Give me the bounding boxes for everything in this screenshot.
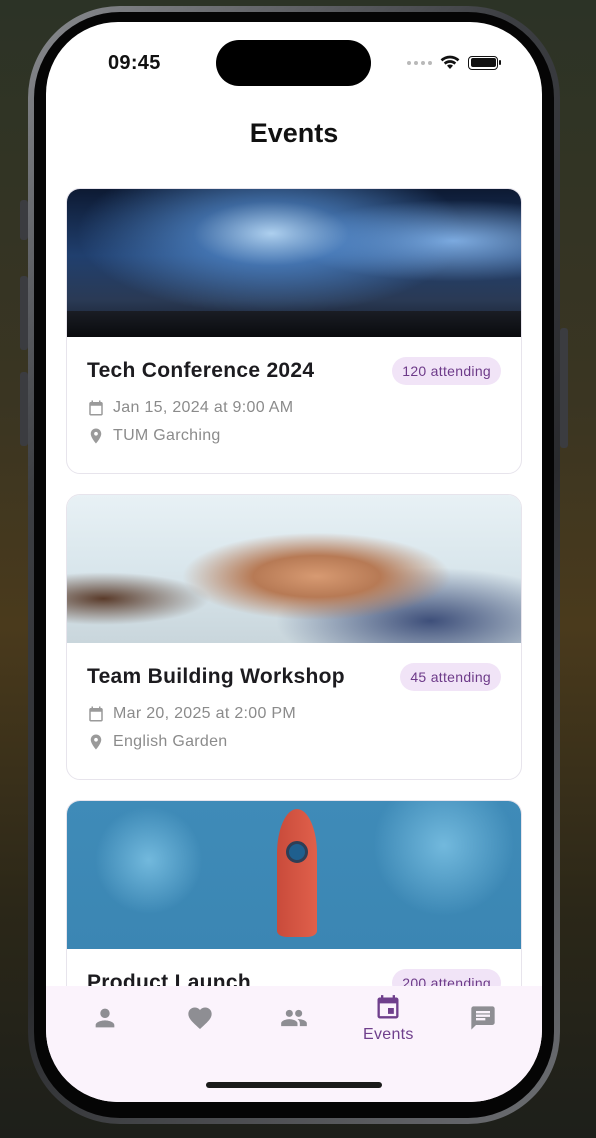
location-pin-icon [90,734,102,750]
event-date: Jan 15, 2024 at 9:00 AM [113,399,294,416]
home-indicator[interactable] [206,1082,382,1088]
event-card[interactable]: Tech Conference 2024 120 attending Jan 1… [66,188,522,474]
status-icons [407,55,501,70]
action-button [20,200,28,240]
event-image [67,189,521,337]
calendar-icon [377,995,399,1019]
nav-item-messages[interactable] [439,986,527,1102]
person-icon [95,1008,115,1028]
page-title: Events [249,118,339,148]
attending-badge: 45 attending [400,663,501,691]
screen: 09:45 Events Tech Conference 2024 120 at… [46,22,542,1102]
event-location: TUM Garching [113,427,221,444]
calendar-icon [89,400,103,416]
volume-down-button [20,372,28,446]
event-title: Tech Conference 2024 [87,359,315,382]
volume-up-button [20,276,28,350]
event-card[interactable]: Team Building Workshop 45 attending Mar … [66,494,522,780]
dynamic-island [216,40,371,86]
location-pin-icon [90,428,102,444]
wifi-icon [440,55,460,69]
events-list[interactable]: Tech Conference 2024 120 attending Jan 1… [66,188,522,1102]
people-icon [281,1009,307,1027]
nav-label-events: Events [363,1026,414,1043]
event-date: Mar 20, 2025 at 2:00 PM [113,705,297,722]
heart-icon [187,1007,212,1029]
event-image [67,495,521,643]
event-image [67,801,521,949]
power-button [560,328,568,448]
battery-icon [468,55,501,70]
nav-item-profile[interactable] [61,986,149,1102]
event-location: English Garden [113,733,228,750]
signal-icon [407,60,432,65]
calendar-icon [89,706,103,722]
attending-badge: 120 attending [392,357,501,385]
event-title: Team Building Workshop [87,665,345,688]
status-time: 09:45 [108,52,161,74]
chat-icon [471,1006,495,1030]
